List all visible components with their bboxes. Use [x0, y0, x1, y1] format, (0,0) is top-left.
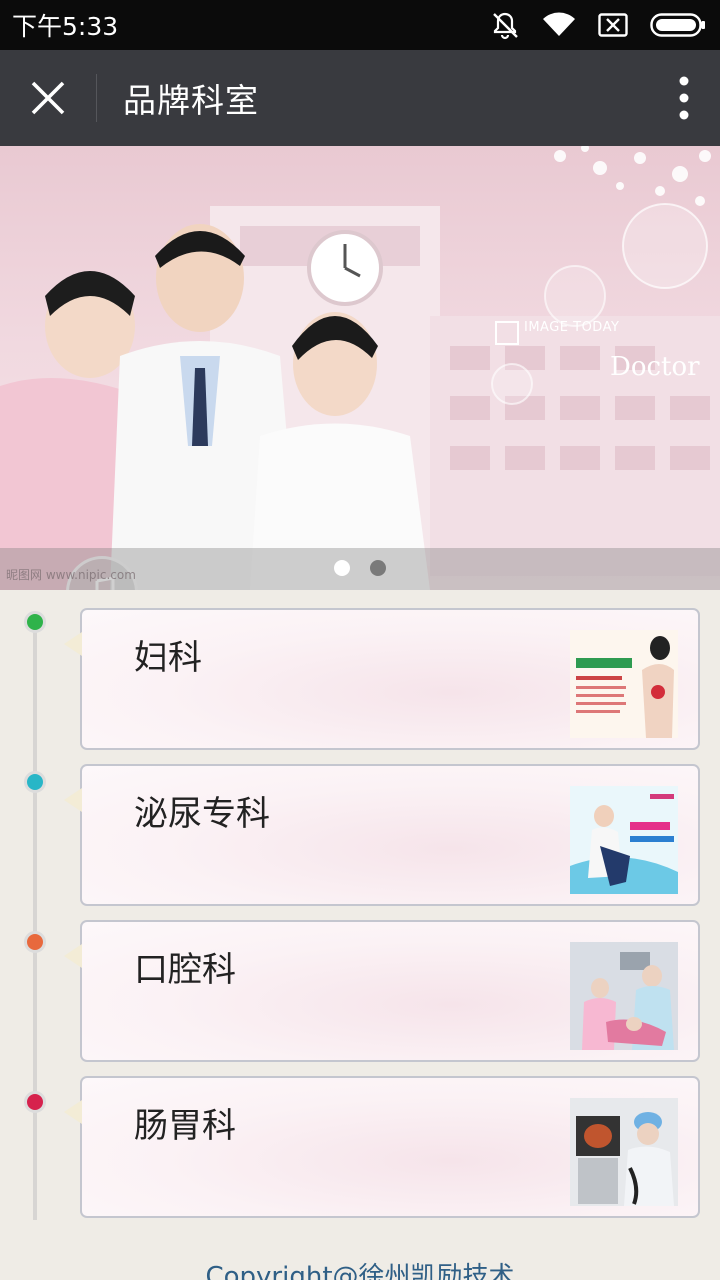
status-time: 下午5:33 [12, 12, 119, 41]
card-pointer [64, 632, 82, 656]
wifi-icon [542, 12, 576, 38]
banner-image-caption: IMAGE TODAY [524, 320, 620, 335]
banner-doctor-text: Doctor [610, 352, 700, 382]
card-pointer [64, 944, 82, 968]
battery-icon [650, 13, 706, 37]
status-bar: 下午5:33 [0, 0, 720, 50]
department-card-dental[interactable]: 口腔科 [64, 920, 700, 1062]
card-pointer [64, 1100, 82, 1124]
timeline-dot [24, 771, 46, 793]
copyright-text: Copyright@徐州凯励技术 [205, 1262, 515, 1280]
more-vertical-icon [679, 76, 689, 120]
title-divider [96, 74, 97, 122]
timeline-dot [24, 931, 46, 953]
department-thumbnail [570, 942, 678, 1050]
carousel-indicator [0, 548, 720, 590]
department-name: 泌尿专科 [134, 794, 270, 834]
more-button[interactable] [648, 50, 720, 146]
timeline-dot [24, 1091, 46, 1113]
timeline-line [33, 622, 37, 1220]
card-pointer [64, 788, 82, 812]
status-icons [490, 10, 706, 40]
banner-carousel[interactable]: IMAGE TODAY Doctor 昵图网 www.nipic.com [0, 146, 720, 590]
sim-icon [598, 13, 628, 37]
page-title: 品牌科室 [123, 81, 259, 120]
department-name: 肠胃科 [134, 1106, 236, 1146]
carousel-dot[interactable] [370, 560, 386, 576]
department-thumbnail [570, 786, 678, 894]
close-button[interactable] [0, 50, 96, 146]
department-card-urology[interactable]: 泌尿专科 [64, 764, 700, 906]
department-name: 妇科 [134, 638, 202, 678]
department-thumbnail [570, 630, 678, 738]
department-name: 口腔科 [134, 950, 236, 990]
carousel-dot-active[interactable] [334, 560, 350, 576]
timeline-dot [24, 611, 46, 633]
department-card-gastroenterology[interactable]: 肠胃科 [64, 1076, 700, 1218]
close-icon [31, 81, 65, 115]
title-bar: 品牌科室 [0, 50, 720, 146]
department-card-gynecology[interactable]: 妇科 [64, 608, 700, 750]
mute-icon [490, 10, 520, 40]
department-thumbnail [570, 1098, 678, 1206]
